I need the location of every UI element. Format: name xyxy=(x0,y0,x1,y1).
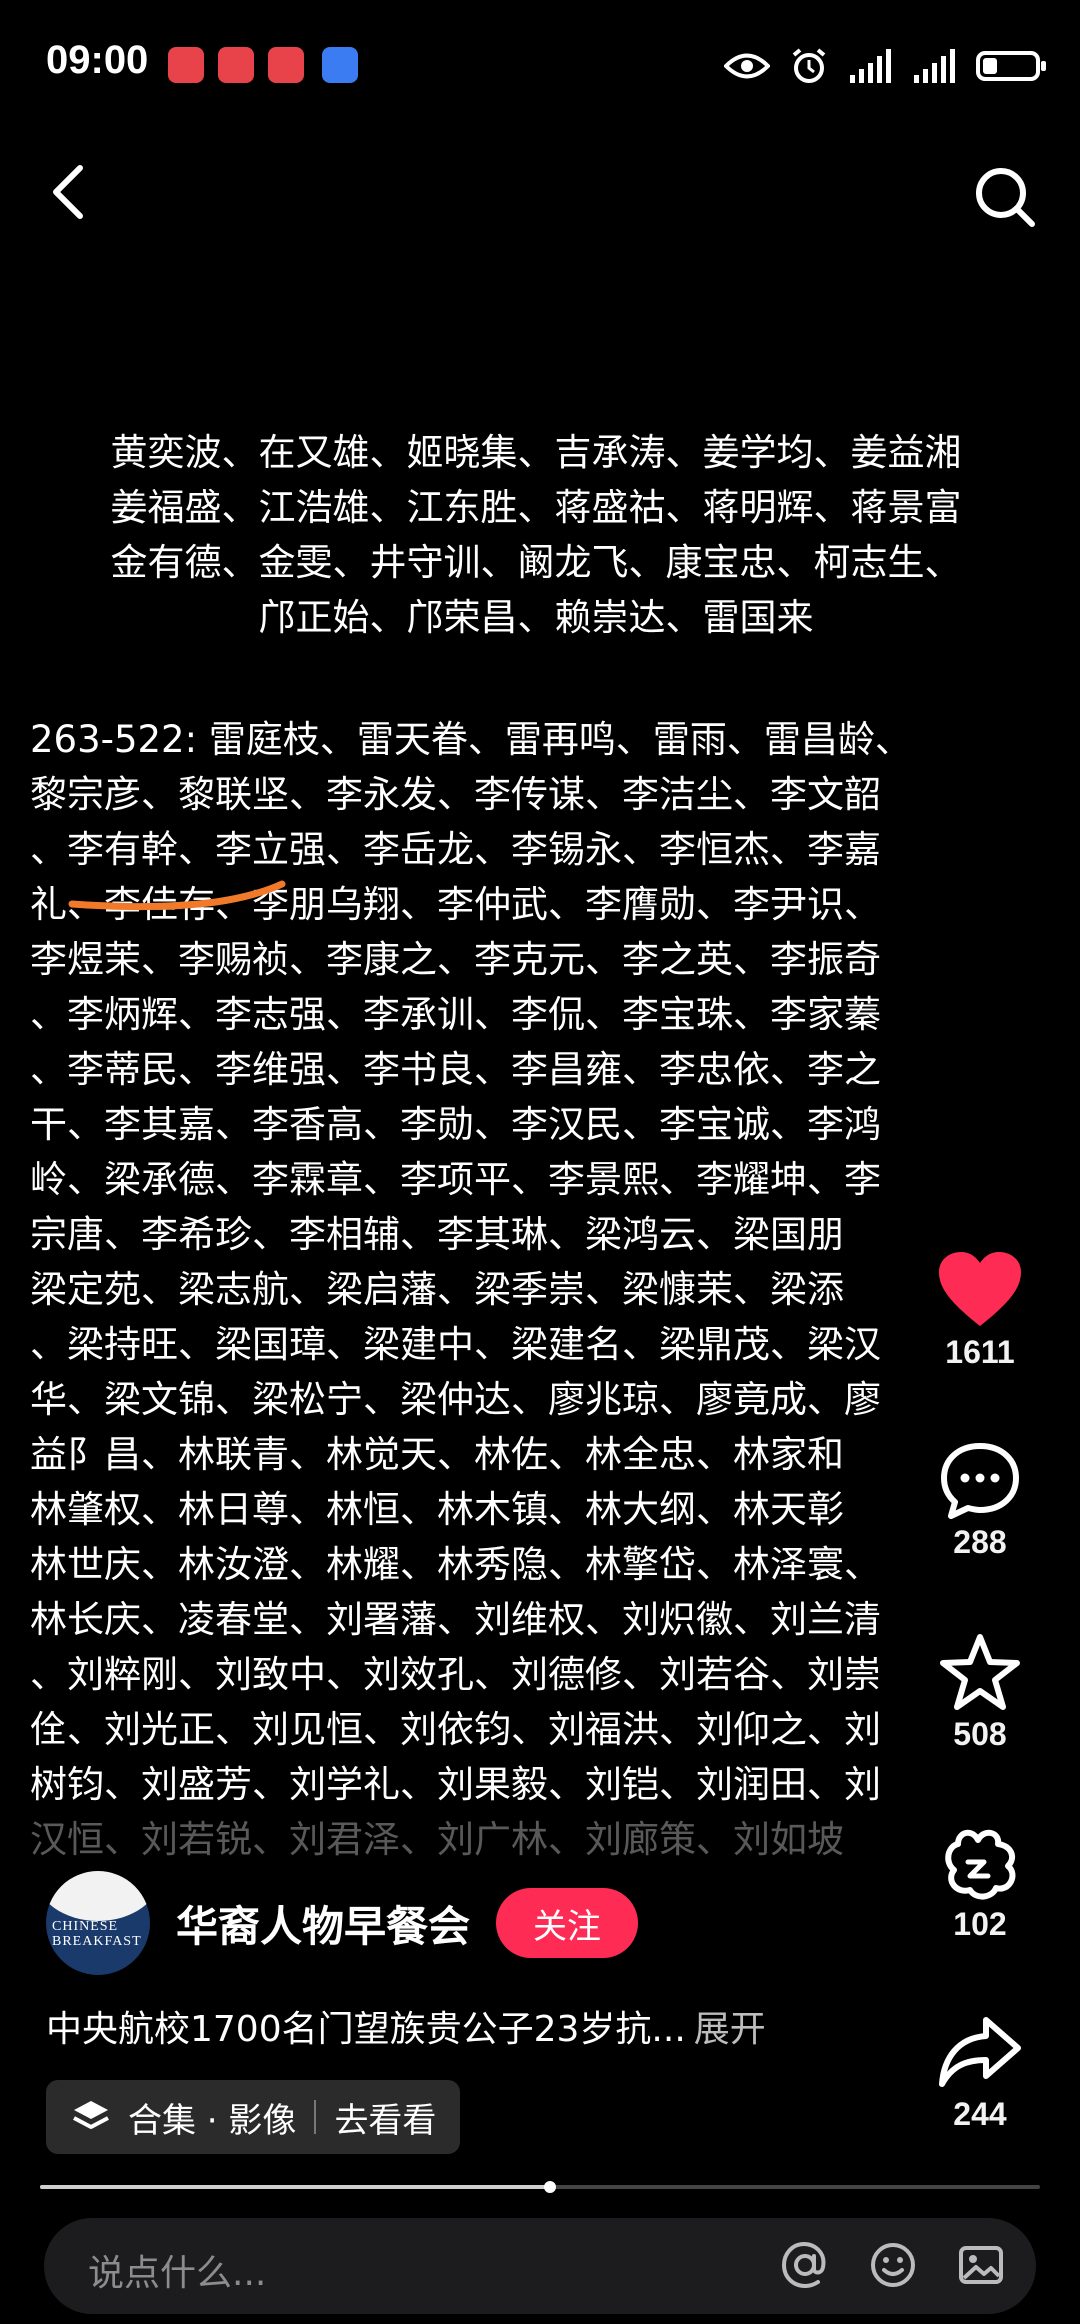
signal-icon xyxy=(914,49,955,83)
text-line: 岭、梁承德、李霖章、李项平、李景熙、李耀坤、李 xyxy=(30,1158,881,1201)
expand-link[interactable]: 展开 xyxy=(694,2009,766,2050)
text-line: 金有德、金雯、井守训、阚龙飞、康宝忠、柯志生、 xyxy=(110,541,962,584)
app-notification-icon xyxy=(268,47,304,83)
back-button[interactable] xyxy=(40,162,100,222)
highlight-underline xyxy=(68,880,286,911)
comment-input-bar[interactable]: 说点什么... xyxy=(44,2218,1036,2314)
avatar-logo-text: CHINESE BREAKFAST xyxy=(52,1919,142,1949)
text-line: 、李蒂民、李维强、李书良、李昌雍、李忠依、李之 xyxy=(30,1048,881,1091)
text-line: 李煜茉、李赐祯、李康之、李克元、李之英、李振奇 xyxy=(30,938,881,981)
comment-tools xyxy=(780,2240,1006,2290)
gift-icon xyxy=(945,1829,1016,1900)
collection-action[interactable]: 去看看 xyxy=(334,2093,436,2142)
text-line: 树钧、刘盛芳、刘学礼、刘果毅、刘铠、刘润田、刘 xyxy=(30,1763,881,1806)
gift-count: 102 xyxy=(953,1906,1007,1942)
caption-text: 中央航校1700名门望族贵公子23岁抗... xyxy=(46,2009,686,2050)
progress-fill xyxy=(40,2185,550,2189)
avatar[interactable]: CHINESE BREAKFAST xyxy=(46,1871,150,1975)
comment-input[interactable]: 说点什么... xyxy=(88,2244,266,2296)
layers-icon xyxy=(73,2101,109,2129)
at-icon[interactable] xyxy=(780,2240,830,2290)
favorite-button[interactable]: 508 xyxy=(880,1632,1080,1753)
comment-icon xyxy=(941,1443,1019,1519)
search-icon xyxy=(976,168,1035,227)
eye-icon xyxy=(724,53,770,79)
alarm-icon xyxy=(792,48,826,83)
author-row: CHINESE BREAKFAST 华裔人物早餐会 关注 xyxy=(46,1868,639,1978)
app-notification-icon xyxy=(168,47,204,83)
video-caption[interactable]: 中央航校1700名门望族贵公子23岁抗... 展开 xyxy=(46,2000,766,2052)
gift-button[interactable]: 102 xyxy=(880,1822,1080,1943)
status-bar: 09:00 xyxy=(0,0,1080,130)
status-icons xyxy=(724,44,1046,88)
chevron-left-icon xyxy=(53,165,83,219)
text-line: 华、梁文锦、梁松宁、梁仲达、廖兆琼、廖竟成、廖 xyxy=(30,1378,881,1421)
names-paragraph-1: 黄奕波、在又雄、姬晓集、吉承涛、姜学均、姜益湘 姜福盛、江浩雄、江东胜、蒋盛祜、… xyxy=(30,425,1042,645)
text-line: 干、李其嘉、李香高、李勋、李汉民、李宝诚、李鸿 xyxy=(30,1103,881,1146)
chip-divider xyxy=(314,2100,317,2134)
text-line: 、李有幹、李立强、李岳龙、李锡永、李恒杰、李嘉 xyxy=(30,828,881,871)
text-line: 黄奕波、在又雄、姬晓集、吉承涛、姜学均、姜益湘 xyxy=(110,431,962,474)
collection-label: 合集 · 影像 xyxy=(128,2100,297,2141)
browser-notification-icon xyxy=(322,47,358,83)
comment-button[interactable]: 288 xyxy=(880,1440,1080,1561)
search-button[interactable] xyxy=(970,162,1040,232)
share-count: 244 xyxy=(953,2096,1007,2132)
share-button[interactable]: 244 xyxy=(880,2012,1080,2133)
signal-icon xyxy=(850,49,891,83)
like-count: 1611 xyxy=(945,1334,1015,1370)
battery-icon xyxy=(976,51,1046,81)
text-line: 、李炳辉、李志强、李承训、李侃、李宝珠、李家蓁 xyxy=(30,993,881,1036)
like-button[interactable]: 1611 xyxy=(880,1250,1080,1371)
comment-count: 288 xyxy=(953,1524,1007,1560)
video-progress-bar[interactable] xyxy=(40,2181,1040,2193)
follow-button[interactable]: 关注 xyxy=(496,1888,639,1958)
app-notification-icon xyxy=(218,47,254,83)
star-icon xyxy=(940,1634,1020,1710)
emoji-icon[interactable] xyxy=(868,2240,918,2290)
text-line: 263-522: 雷庭枝、雷天眷、雷再鸣、雷雨、雷昌龄、 xyxy=(30,718,912,761)
status-time: 09:00 xyxy=(46,38,149,82)
heart-icon xyxy=(939,1252,1021,1326)
text-line: 黎宗彦、黎联坚、李永发、李传谋、李洁尘、李文韶 xyxy=(30,773,881,816)
image-icon[interactable] xyxy=(956,2240,1006,2290)
text-line: 姜福盛、江浩雄、江东胜、蒋盛祜、蒋明辉、蒋景富 xyxy=(110,486,962,529)
progress-handle[interactable] xyxy=(544,2181,556,2193)
author-name[interactable]: 华裔人物早餐会 xyxy=(176,1893,470,1954)
share-icon xyxy=(939,2017,1021,2087)
favorite-count: 508 xyxy=(953,1716,1007,1752)
text-line: 邝正始、邝荣昌、赖崇达、雷国来 xyxy=(258,596,814,639)
collection-chip[interactable]: 合集 · 影像 去看看 xyxy=(46,2080,461,2154)
